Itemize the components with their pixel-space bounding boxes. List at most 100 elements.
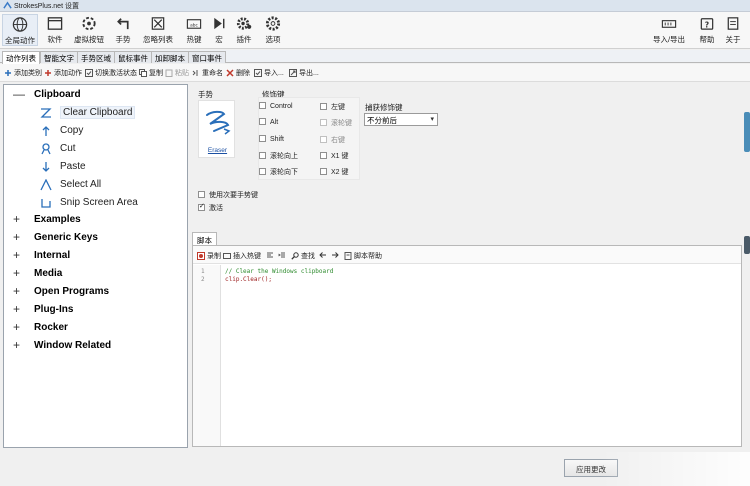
x2-button-checkbox[interactable]: X2 键 xyxy=(320,167,349,177)
plugin-gear-icon xyxy=(236,17,252,30)
expand-icon[interactable]: + xyxy=(13,321,23,333)
action-tree[interactable]: — Clipboard Clear Clipboard Copy Cut Pas… xyxy=(3,84,188,448)
script-editor[interactable]: 1 2 // Clear the Windows clipboard clip.… xyxy=(193,265,741,446)
dial-icon xyxy=(82,16,96,31)
edge-scroll-indicator[interactable] xyxy=(744,236,750,254)
script-help-label: 脚本帮助 xyxy=(354,253,382,260)
expand-icon[interactable]: + xyxy=(13,285,23,297)
ribbon-ignore-list-button[interactable]: 忽略列表 xyxy=(140,14,176,46)
ribbon-import-export-button[interactable]: 导入/导出 xyxy=(650,14,688,46)
ribbon-hotkeys-button[interactable]: abc 热键 xyxy=(183,14,205,46)
script-help-button[interactable]: 脚本帮助 xyxy=(344,251,382,261)
checkbox-box[interactable] xyxy=(320,119,327,126)
wheel-up-checkbox[interactable]: 滚轮向上 xyxy=(259,151,298,161)
ribbon-about-button[interactable]: 关于 xyxy=(722,14,744,46)
expand-icon[interactable]: + xyxy=(13,213,23,225)
checkbox-box[interactable] xyxy=(320,168,327,175)
capture-modifiers-dropdown[interactable]: 不分前后 ▾ xyxy=(364,113,438,126)
about-icon xyxy=(727,17,739,30)
ribbon-virtual-buttons-button[interactable]: 虚拟按钮 xyxy=(71,14,107,46)
expand-icon[interactable]: + xyxy=(13,249,23,261)
keyboard-icon: abc xyxy=(186,19,202,29)
export-button[interactable]: 导出... xyxy=(289,68,319,78)
tab-load-unload-scripts[interactable]: 加卸脚本 xyxy=(151,51,189,63)
tab-action-list[interactable]: 动作列表 xyxy=(2,51,40,64)
gesture-name-link[interactable]: Eraser xyxy=(199,147,236,154)
tree-category-label: Clipboard xyxy=(34,89,81,100)
wheel-down-checkbox[interactable]: 滚轮向下 xyxy=(259,167,298,177)
checkbox-box[interactable] xyxy=(198,191,205,198)
wheel-button-checkbox[interactable]: 滚轮键 xyxy=(320,118,352,128)
edge-scroll-indicator[interactable] xyxy=(744,112,750,152)
search-icon xyxy=(291,252,299,260)
ribbon-plugins-button[interactable]: 插件 xyxy=(233,14,255,46)
checkbox-box[interactable] xyxy=(259,135,266,142)
checkbox-box[interactable] xyxy=(259,168,266,175)
activate-checkbox[interactable]: 激活 xyxy=(198,202,223,213)
ribbon-software-button[interactable]: 软件 xyxy=(42,14,68,46)
align-button[interactable] xyxy=(266,251,276,259)
import-label: 导入... xyxy=(264,70,284,77)
shift-checkbox[interactable]: Shift xyxy=(259,135,284,143)
expand-icon[interactable]: + xyxy=(13,231,23,243)
ribbon-label: 帮助 xyxy=(699,35,715,44)
x1-button-checkbox[interactable]: X1 键 xyxy=(320,151,349,161)
paste-button[interactable]: 粘贴 xyxy=(165,68,189,78)
tab-strip: 动作列表 智能文字 手势区域 鼠标事件 加卸脚本 窗口事件 xyxy=(0,50,750,64)
copy-icon xyxy=(139,69,147,77)
ribbon-label: 热键 xyxy=(186,35,202,44)
import-button[interactable]: 导入... xyxy=(254,68,284,78)
checkbox-label: Alt xyxy=(270,119,279,126)
find-button[interactable]: 查找 xyxy=(291,251,315,261)
tab-smart-text[interactable]: 智能文字 xyxy=(40,51,78,63)
ribbon-help-button[interactable]: ? 帮助 xyxy=(696,14,718,46)
ribbon-global-actions-button[interactable]: 全局动作 xyxy=(2,14,38,46)
toggle-active-button[interactable]: 切换激活状态 xyxy=(85,68,137,78)
checkbox-box[interactable] xyxy=(320,103,327,110)
collapse-icon[interactable]: — xyxy=(13,88,25,100)
tab-gesture-areas[interactable]: 手势区域 xyxy=(77,51,115,63)
expand-icon[interactable]: + xyxy=(13,303,23,315)
expand-icon[interactable]: + xyxy=(13,339,23,351)
gesture-preview-button[interactable]: Eraser xyxy=(198,100,235,158)
keyboard-icon xyxy=(223,253,231,259)
tree-category-label: Media xyxy=(34,268,63,279)
alt-checkbox[interactable]: Alt xyxy=(259,118,278,126)
right-button-checkbox[interactable]: 右键 xyxy=(320,135,345,145)
ribbon-label: 全局动作 xyxy=(5,36,35,45)
tab-window-events[interactable]: 窗口事件 xyxy=(188,51,226,63)
delete-button[interactable]: 删除 xyxy=(226,68,250,78)
left-button-checkbox[interactable]: 左键 xyxy=(320,102,345,112)
ribbon-options-button[interactable]: 选项 xyxy=(261,14,285,46)
ribbon-macros-button[interactable]: 宏 xyxy=(210,14,228,46)
checkbox-box[interactable] xyxy=(320,136,327,143)
tree-action-label: Clear Clipboard xyxy=(60,106,136,119)
checkbox-box[interactable] xyxy=(198,202,205,211)
ribbon-label: 手势 xyxy=(115,35,131,44)
record-label: 录制 xyxy=(207,253,221,260)
back-button[interactable] xyxy=(319,251,329,259)
copy-button[interactable]: 复制 xyxy=(139,68,163,78)
tree-action-label: Cut xyxy=(60,143,76,154)
use-secondary-gesture-checkbox[interactable]: 使用次要手势键 xyxy=(198,190,258,200)
checkbox-box[interactable] xyxy=(320,152,327,159)
record-button[interactable]: 录制 xyxy=(197,251,221,261)
add-category-button[interactable]: 添加类别 xyxy=(4,68,42,78)
ribbon-gestures-button[interactable]: 手势 xyxy=(112,14,134,46)
tab-mouse-events[interactable]: 鼠标事件 xyxy=(114,51,152,63)
forward-button[interactable] xyxy=(331,251,341,259)
script-tab[interactable]: 脚本 xyxy=(192,232,217,245)
control-checkbox[interactable]: Control xyxy=(259,102,293,110)
add-action-button[interactable]: 添加动作 xyxy=(44,68,82,78)
ribbon-label: 虚拟按钮 xyxy=(74,35,104,44)
rename-button[interactable]: 重命名 xyxy=(192,68,223,78)
checkbox-box[interactable] xyxy=(259,152,266,159)
rename-icon xyxy=(192,70,198,76)
indent-button[interactable] xyxy=(278,251,288,259)
checkbox-box[interactable] xyxy=(259,102,266,109)
insert-hotkey-button[interactable]: 插入热键 xyxy=(223,251,261,261)
checkbox-box[interactable] xyxy=(259,118,266,125)
expand-icon[interactable]: + xyxy=(13,267,23,279)
paste-icon xyxy=(165,69,173,77)
arrow-left-icon xyxy=(319,252,326,258)
